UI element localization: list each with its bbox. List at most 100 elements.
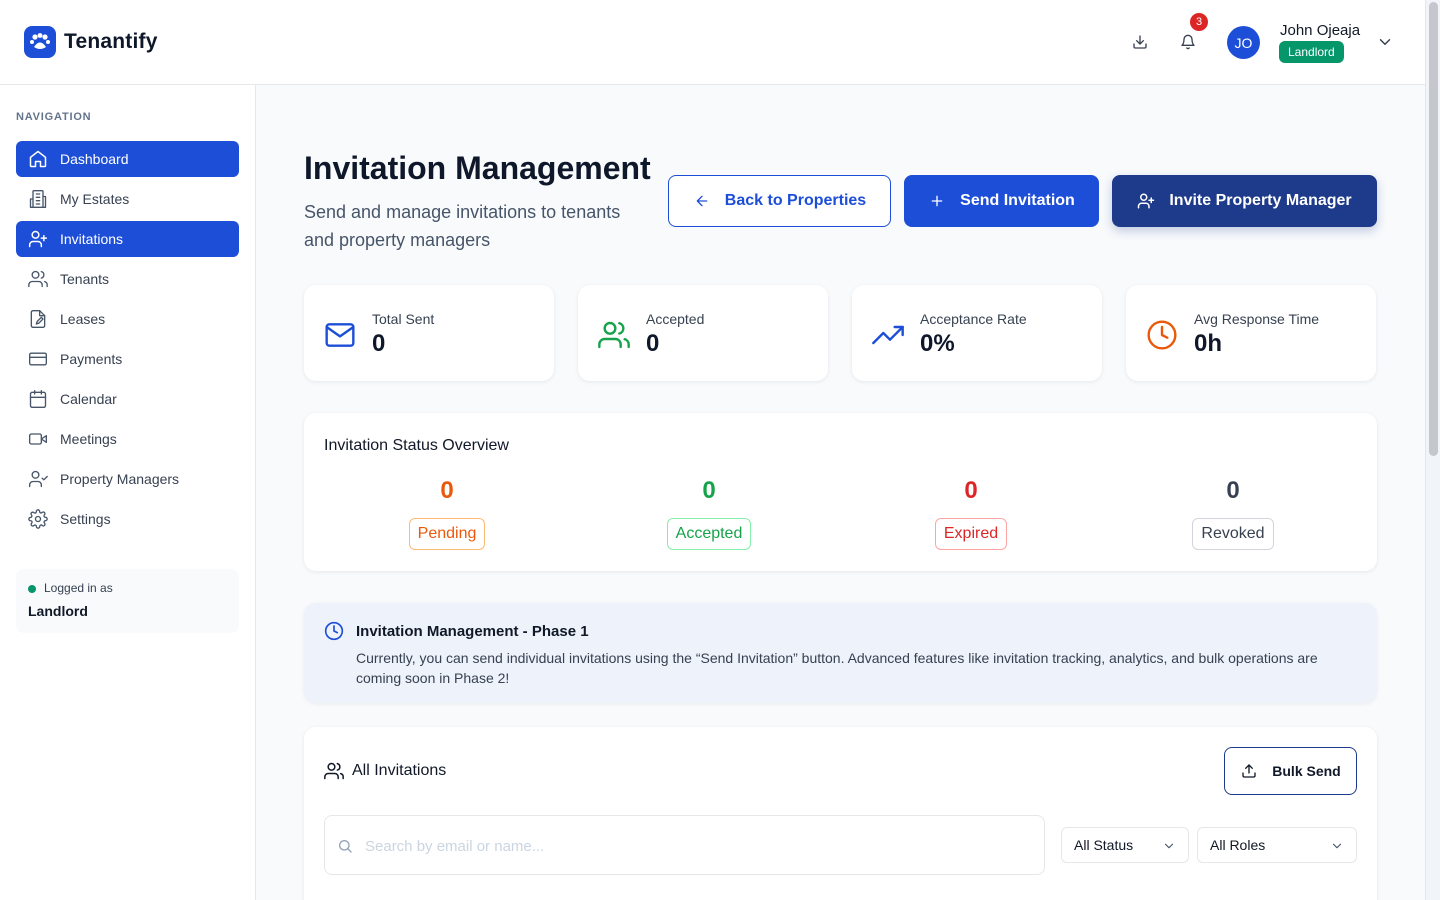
sidebar-item-payments[interactable]: Payments [16, 341, 239, 377]
status-badge: Pending [408, 518, 486, 550]
status-filter-select[interactable]: All Status [1061, 827, 1189, 863]
video-icon [28, 429, 48, 449]
clock-icon [324, 621, 344, 641]
sidebar-item-label: My Estates [60, 191, 130, 207]
page-scrollbar[interactable] [1425, 0, 1440, 900]
stat-card-acceptance-rate: Acceptance Rate 0% [852, 285, 1102, 381]
send-invitation-label: Send Invitation [960, 192, 1075, 209]
avatar[interactable]: JO [1227, 26, 1260, 59]
building-icon [28, 189, 48, 209]
plus-icon [928, 192, 946, 210]
stat-card-accepted: Accepted 0 [578, 285, 828, 381]
scrollbar-thumb[interactable] [1429, 2, 1438, 456]
sidebar: NAVIGATION Dashboard My Estates Invitati… [0, 85, 256, 900]
page-subtitle: Send and manage invitations to tenants a… [304, 202, 621, 250]
sidebar-item-label: Settings [60, 511, 111, 527]
sidebar-item-label: Dashboard [60, 151, 129, 167]
search-input[interactable] [365, 834, 1025, 858]
logged-in-card: Logged in as Landlord [16, 569, 239, 633]
status-count: 0 [702, 477, 716, 504]
stat-value: 0% [920, 330, 955, 357]
stat-label: Avg Response Time [1194, 311, 1320, 327]
sidebar-item-settings[interactable]: Settings [16, 501, 239, 537]
sidebar-item-calendar[interactable]: Calendar [16, 381, 239, 417]
sidebar-item-property-managers[interactable]: Property Managers [16, 461, 239, 497]
sidebar-item-label: Calendar [60, 391, 117, 407]
search-icon [337, 838, 353, 854]
user-check-icon [28, 469, 48, 489]
bulk-send-button[interactable]: Bulk Send [1224, 747, 1357, 795]
upload-icon [1240, 762, 1258, 780]
nav-section-title: NAVIGATION [16, 111, 92, 123]
sidebar-item-invitations[interactable]: Invitations [16, 221, 239, 257]
status-expired: 0 Expired [891, 477, 1051, 550]
top-header: Tenantify 3 JO John Ojeaja Landlord [0, 0, 1425, 85]
app-logo[interactable]: Tenantify [24, 26, 158, 58]
mail-icon [324, 319, 356, 351]
send-invitation-button[interactable]: Send Invitation [904, 175, 1099, 227]
chevron-down-icon[interactable] [1376, 33, 1394, 51]
notice-title: Invitation Management - Phase 1 [356, 623, 589, 640]
status-count: 0 [440, 477, 454, 504]
sidebar-item-leases[interactable]: Leases [16, 301, 239, 337]
stat-card-avg-response-time: Avg Response Time 0h [1126, 285, 1376, 381]
back-to-properties-button[interactable]: Back to Properties [668, 175, 891, 227]
logged-in-role: Landlord [28, 603, 88, 619]
sidebar-item-label: Invitations [60, 231, 124, 247]
bell-icon[interactable] [1176, 30, 1200, 54]
sidebar-item-tenants[interactable]: Tenants [16, 261, 239, 297]
stat-value: 0 [646, 330, 660, 357]
back-to-properties-label: Back to Properties [724, 192, 867, 209]
users-icon [598, 319, 630, 351]
file-edit-icon [28, 309, 48, 329]
trending-up-icon [872, 319, 904, 351]
credit-card-icon [28, 349, 48, 369]
user-plus-icon [1137, 192, 1155, 210]
calendar-icon [28, 389, 48, 409]
status-filter-value: All Status [1074, 837, 1134, 853]
role-filter-select[interactable]: All Roles [1197, 827, 1357, 863]
stat-label: Total Sent [372, 311, 435, 327]
stat-card-total-sent: Total Sent 0 [304, 285, 554, 381]
sidebar-item-label: Property Managers [60, 471, 180, 487]
status-pending: 0 Pending [367, 477, 527, 550]
stat-value: 0 [372, 330, 386, 357]
user-plus-icon [28, 229, 48, 249]
invite-property-manager-button[interactable]: Invite Property Manager [1112, 175, 1377, 227]
status-accepted: 0 Accepted [629, 477, 789, 550]
sidebar-item-meetings[interactable]: Meetings [16, 421, 239, 457]
status-count: 0 [964, 477, 978, 504]
stat-label: Acceptance Rate [920, 311, 1027, 327]
all-invitations-panel: All Invitations Bulk Send All Status All… [304, 727, 1377, 900]
user-role-badge: Landlord [1279, 41, 1344, 63]
arrow-left-icon [693, 192, 711, 210]
sidebar-item-label: Payments [60, 351, 123, 367]
users-icon [324, 761, 344, 781]
gear-icon [28, 509, 48, 529]
bulk-send-label: Bulk Send [1272, 763, 1341, 779]
sidebar-item-label: Leases [60, 311, 106, 327]
user-name: John Ojeaja [1280, 22, 1361, 39]
app-name: Tenantify [64, 30, 158, 53]
search-field[interactable] [324, 815, 1045, 875]
stat-label: Accepted [646, 311, 705, 327]
phase-notice: Invitation Management - Phase 1 Currentl… [304, 603, 1377, 703]
notice-body: Currently, you can send individual invit… [356, 650, 1318, 686]
page-title: Invitation Management [304, 150, 651, 186]
users-icon [28, 269, 48, 289]
sidebar-item-my-estates[interactable]: My Estates [16, 181, 239, 217]
status-revoked: 0 Revoked [1153, 477, 1313, 550]
invite-property-manager-label: Invite Property Manager [1169, 192, 1352, 209]
status-badge: Revoked [1192, 518, 1274, 550]
home-icon [28, 149, 48, 169]
notification-count-badge: 3 [1190, 13, 1208, 31]
role-filter-value: All Roles [1210, 837, 1266, 853]
sidebar-item-dashboard[interactable]: Dashboard [16, 141, 239, 177]
all-invitations-title: All Invitations [352, 762, 447, 779]
stat-value: 0h [1194, 330, 1223, 357]
logged-in-label: Logged in as [44, 581, 113, 595]
clock-icon [1146, 319, 1178, 351]
chevron-down-icon [1330, 839, 1344, 853]
download-icon[interactable] [1128, 30, 1152, 54]
status-badge: Accepted [666, 518, 752, 550]
